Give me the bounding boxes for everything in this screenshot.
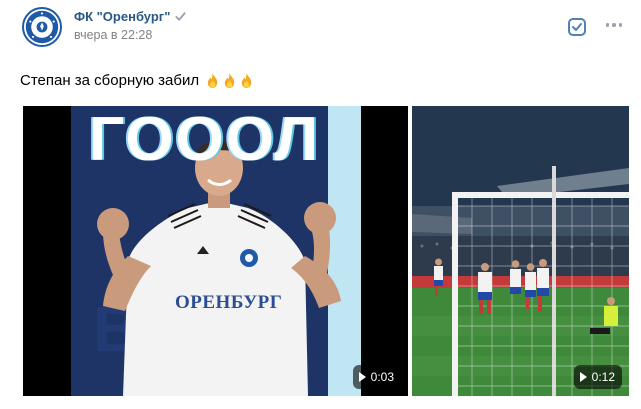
checkbox-icon[interactable] [567, 17, 587, 37]
post-timestamp[interactable]: вчера в 22:28 [74, 28, 152, 42]
club-logo-icon[interactable] [22, 7, 62, 47]
play-icon [358, 372, 366, 382]
video-duration-badge[interactable]: 0:03 [352, 365, 401, 389]
fire-emoji-icon [241, 73, 252, 88]
verified-check-icon [175, 12, 186, 21]
author-label[interactable]: ФК "Оренбург" [74, 9, 170, 24]
video-duration: 0:03 [370, 370, 394, 384]
post-text: Степан за сборную забил [20, 72, 254, 89]
video-player-celebration[interactable]: BANG ГОООЛ ОРЕНБУРГ 0:03 [23, 106, 408, 396]
video-player-goal[interactable]: 0:12 [412, 106, 629, 396]
fire-emoji-icon [207, 73, 218, 88]
post-header: ФК "Оренбург" вчера в 22:28 [20, 6, 625, 50]
video-duration: 0:12 [591, 370, 615, 384]
jersey-text: ОРЕНБУРГ [175, 292, 283, 313]
play-icon [579, 372, 587, 382]
goal-overlay-text: ГОООЛ [89, 106, 320, 174]
fire-emoji-icon [224, 73, 235, 88]
more-dots-icon[interactable] [603, 15, 625, 35]
post-text-label: Степан за сборную забил [20, 72, 200, 89]
video-thumbnail [412, 106, 629, 396]
author-name[interactable]: ФК "Оренбург" [74, 9, 187, 24]
video-duration-badge[interactable]: 0:12 [573, 365, 622, 389]
